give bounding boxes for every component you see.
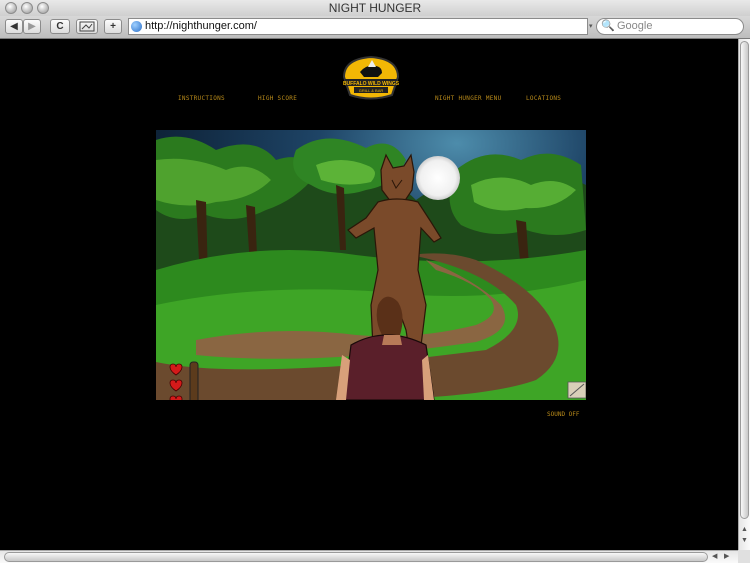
buffalo-wild-wings-logo[interactable]: BUFFALO WILD WINGS GRILL & BAR (336, 55, 406, 103)
search-placeholder: Google (617, 20, 653, 32)
search-icon: 🔍 (601, 20, 615, 32)
url-dropdown-icon[interactable]: ▾ (589, 22, 593, 30)
scroll-left-arrow-icon[interactable]: ◀ (712, 552, 717, 560)
window-title: NIGHT HUNGER (328, 1, 422, 15)
resize-corner[interactable] (738, 550, 750, 563)
sound-toggle[interactable]: SOUND OFF (547, 411, 580, 418)
nav-high-score[interactable]: HIGH SCORE (258, 95, 297, 102)
search-field[interactable]: 🔍 Google (596, 18, 744, 35)
address-url: http://nighthunger.com/ (145, 20, 257, 32)
nav-instructions[interactable]: INSTRUCTIONS (178, 95, 225, 102)
globe-icon (131, 21, 142, 32)
logo-brand-text: BUFFALO WILD WINGS (343, 81, 400, 87)
browser-window: NIGHT HUNGER ◀ ▶ C + http://nighthunger.… (0, 0, 750, 563)
title-bar: NIGHT HUNGER (0, 0, 750, 17)
scroll-down-arrow-icon[interactable]: ▼ (741, 537, 748, 544)
moon (416, 156, 460, 200)
back-button[interactable]: ◀ (5, 19, 23, 34)
scroll-up-arrow-icon[interactable]: ▲ (741, 526, 748, 533)
forward-button[interactable]: ▶ (23, 19, 41, 34)
snapback-button[interactable] (76, 19, 98, 34)
horizontal-scroll-thumb[interactable] (4, 552, 708, 562)
vertical-scrollbar[interactable]: ▲ ▼ (738, 39, 750, 550)
add-bookmark-button[interactable]: + (104, 19, 122, 34)
game-scene[interactable] (156, 130, 586, 400)
reload-button[interactable]: C (50, 19, 70, 34)
snapshot-icon (79, 21, 95, 32)
nav-night-hunger-menu[interactable]: NIGHT HUNGER MENU (435, 95, 502, 102)
scroll-right-arrow-icon[interactable]: ▶ (724, 552, 729, 560)
address-bar[interactable]: http://nighthunger.com/ (128, 18, 588, 35)
hunger-meter (189, 361, 199, 400)
logo-subline-text: GRILL & BAR (359, 88, 384, 93)
horizontal-scrollbar[interactable]: ◀ ▶ (0, 550, 738, 563)
vertical-scroll-thumb[interactable] (740, 41, 749, 519)
nav-locations[interactable]: LOCATIONS (526, 95, 561, 102)
browser-toolbar: ◀ ▶ C + http://nighthunger.com/ ▾ 🔍 Goog… (0, 16, 750, 39)
